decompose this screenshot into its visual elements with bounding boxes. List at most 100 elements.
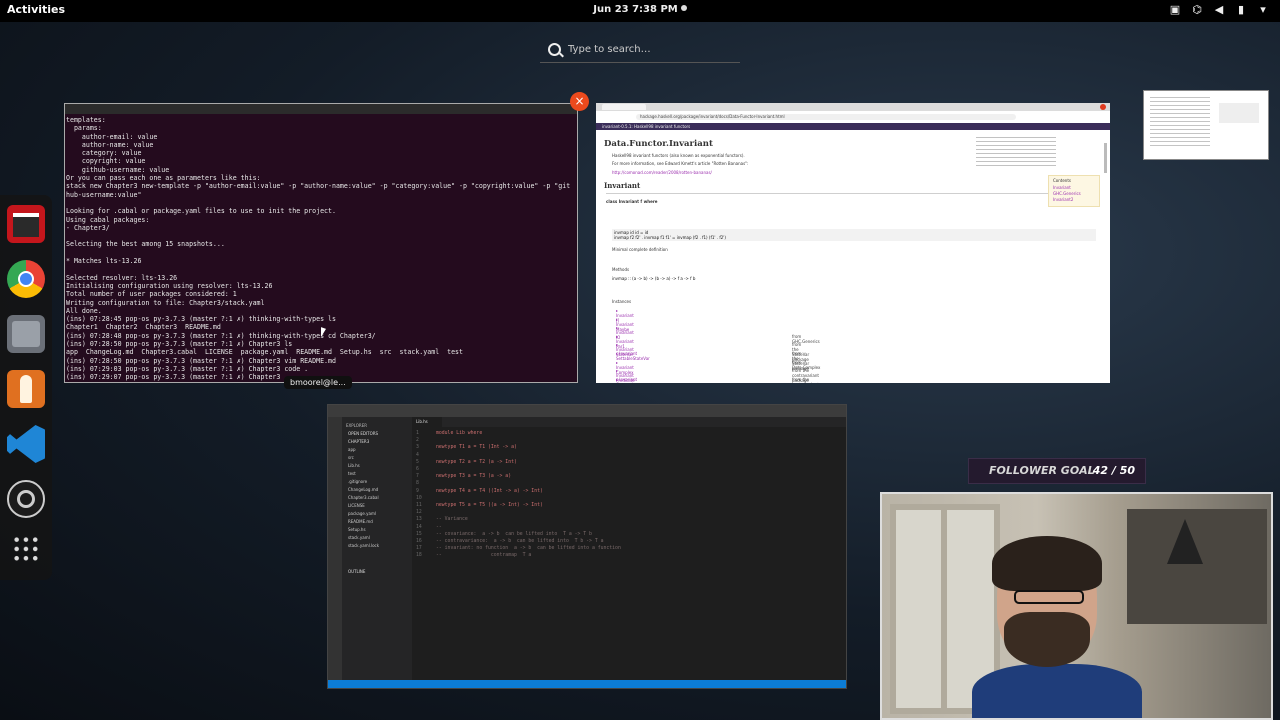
vscode-icon[interactable] xyxy=(7,425,45,463)
address-bar[interactable]: hackage.haskell.org/package/invariant/do… xyxy=(636,114,1016,120)
terminal-window[interactable]: templates: params: author-email: value a… xyxy=(64,103,578,383)
chevron-down-icon[interactable]: ▾ xyxy=(1256,3,1270,17)
line-number: 13 xyxy=(416,517,422,523)
installer-icon[interactable] xyxy=(7,370,45,408)
open-editors-header[interactable]: OPEN EDITORS xyxy=(342,430,412,438)
file-tree-item[interactable]: Chapter3.cabal xyxy=(342,494,412,502)
browser-close-button[interactable] xyxy=(1100,104,1106,110)
search-input[interactable]: Type to search… xyxy=(568,44,651,55)
terminal-line: author-email: value xyxy=(66,132,158,141)
file-tree-item[interactable]: package.yaml xyxy=(342,510,412,518)
contents-link-2[interactable]: GHC.Generics xyxy=(1053,191,1081,196)
file-tree-item[interactable]: .gitignore xyxy=(342,478,412,486)
editor-tabs: Lib.hs xyxy=(412,417,846,427)
contents-box: Contents Invariant GHC.Generics Invarian… xyxy=(1048,175,1100,207)
invmap-signature: invmap :: (a -> b) -> (b -> a) -> f a ->… xyxy=(612,276,696,281)
line-number: 1 xyxy=(416,431,419,436)
terminal-line: Using cabal packages: xyxy=(66,215,150,224)
code-line: -- xyxy=(436,524,442,530)
contents-title: Contents xyxy=(1053,178,1071,183)
system-tray[interactable]: ▣ ⌬ ◀ ▮ ▾ xyxy=(1168,3,1270,17)
file-tree-item[interactable]: stack.yaml xyxy=(342,534,412,542)
file-tree-item[interactable]: README.md xyxy=(342,518,412,526)
line-number: 6 xyxy=(416,467,419,472)
line-number: 16 xyxy=(416,539,422,544)
clock[interactable]: Jun 23 7:38 PM xyxy=(0,4,1280,15)
app-grid-icon[interactable] xyxy=(12,535,40,563)
code-editor[interactable]: 1 module Lib where 2 3 newtype T1 a = T1 (In… xyxy=(412,427,846,680)
line-number: 12 xyxy=(416,510,422,516)
law-2: invmap f2 f2' . invmap f1 f1' = invmap (… xyxy=(614,235,726,240)
instances-label[interactable]: Instances xyxy=(612,299,631,304)
file-tree: app src Lib.hs test .gitignore ChangeLog.md Ch… xyxy=(342,446,412,550)
close-window-button[interactable]: × xyxy=(570,92,589,111)
folder-header[interactable]: CHAPTER3 xyxy=(342,438,412,446)
line-number: 5 xyxy=(416,459,419,465)
terminal-line: All done. xyxy=(66,306,102,315)
file-tree-item[interactable]: src xyxy=(342,454,412,462)
browser-window[interactable]: hackage.haskell.org/package/invariant/do… xyxy=(596,103,1110,383)
file-tree-item[interactable]: Lib.hs xyxy=(342,462,412,470)
terminal-line: author-name: value xyxy=(66,140,154,149)
line-number: 15 xyxy=(416,531,422,537)
file-tree-item[interactable]: stack.yaml.lock xyxy=(342,542,412,550)
code-line: module Lib where xyxy=(436,431,483,436)
minimal-label: Minimal complete definition xyxy=(612,247,668,252)
network-icon[interactable]: ⌬ xyxy=(1190,3,1204,17)
article-link[interactable]: http://comonad.com/reader/2008/rotten-ba… xyxy=(612,170,712,175)
contents-link-3[interactable]: Invariant2 xyxy=(1053,197,1073,202)
obs-icon[interactable] xyxy=(7,480,45,518)
mouse-cursor-icon xyxy=(321,327,326,339)
workspace-thumbnail[interactable] xyxy=(1143,90,1269,160)
module-description: Haskell98 invariant functors (also known… xyxy=(612,153,745,158)
instance-link[interactable]: ▸ Invariant Comparison xyxy=(616,377,640,383)
terminal-line: templates: xyxy=(66,116,106,124)
top-bar: Activities Jun 23 7:38 PM ▣ ⌬ ◀ ▮ ▾ xyxy=(0,0,1280,22)
screenshot-icon[interactable]: ▣ xyxy=(1168,3,1182,17)
module-description-2: For more information, see Edward Kmett's… xyxy=(612,161,749,166)
code-line: newtype T2 a = T2 (a -> Int) xyxy=(436,459,517,465)
browser-tabbar xyxy=(596,103,1110,111)
file-tree-item[interactable]: test xyxy=(342,470,412,478)
file-tree-item[interactable]: app xyxy=(342,446,412,454)
files-icon[interactable] xyxy=(7,315,45,353)
overview-search[interactable]: Type to search… xyxy=(540,40,740,63)
clock-text: Jun 23 7:38 PM xyxy=(593,4,678,15)
battery-icon[interactable]: ▮ xyxy=(1234,3,1248,17)
file-tree-item[interactable]: ChangeLog.md xyxy=(342,486,412,494)
video-editor-icon[interactable] xyxy=(7,205,45,243)
contents-link-1[interactable]: Invariant xyxy=(1053,185,1071,190)
line-number: 18 xyxy=(416,553,422,559)
code-line: -- contravariance: a -> b can be lifted … xyxy=(436,539,604,544)
code-line: -- invariant: no function a -> b can be … xyxy=(436,546,621,552)
chrome-icon[interactable] xyxy=(7,260,45,298)
volume-icon[interactable]: ◀ xyxy=(1212,3,1226,17)
code-line: -- covariance: a -> b can be lifted into… xyxy=(436,531,592,537)
line-number: 4 xyxy=(416,452,419,458)
person-hair xyxy=(992,536,1102,591)
follower-goal-widget: FOLLOWER GOAL 42 / 50 xyxy=(968,458,1146,484)
follower-goal-label: FOLLOWER GOAL xyxy=(989,464,1095,477)
person-beard xyxy=(1004,612,1090,667)
terminal-titlebar[interactable] xyxy=(65,104,577,114)
line-number: 14 xyxy=(416,524,422,530)
line-number: 3 xyxy=(416,445,419,451)
person-glasses xyxy=(1014,590,1084,604)
tab-lib-hs[interactable]: Lib.hs xyxy=(412,417,442,427)
activities-button[interactable]: Activities xyxy=(7,3,65,16)
line-number: 2 xyxy=(416,438,419,444)
outline-header[interactable]: OUTLINE xyxy=(342,568,412,576)
terminal-line: Writing configuration to file: Chapter3/… xyxy=(66,298,265,307)
terminal-output: templates: params: author-email: value a… xyxy=(65,114,577,382)
explorer-heading: EXPLORER xyxy=(346,423,367,428)
vscode-window[interactable]: EXPLORER OPEN EDITORS CHAPTER3 app src Lib… xyxy=(327,404,847,689)
browser-scrollbar[interactable] xyxy=(1104,143,1107,173)
browser-tab[interactable] xyxy=(602,104,646,110)
vscode-titlebar[interactable] xyxy=(328,405,846,417)
file-tree-item[interactable]: Setup.hs xyxy=(342,526,412,534)
file-tree-item[interactable]: LICENSE xyxy=(342,502,412,510)
notification-dot-icon xyxy=(680,5,687,11)
